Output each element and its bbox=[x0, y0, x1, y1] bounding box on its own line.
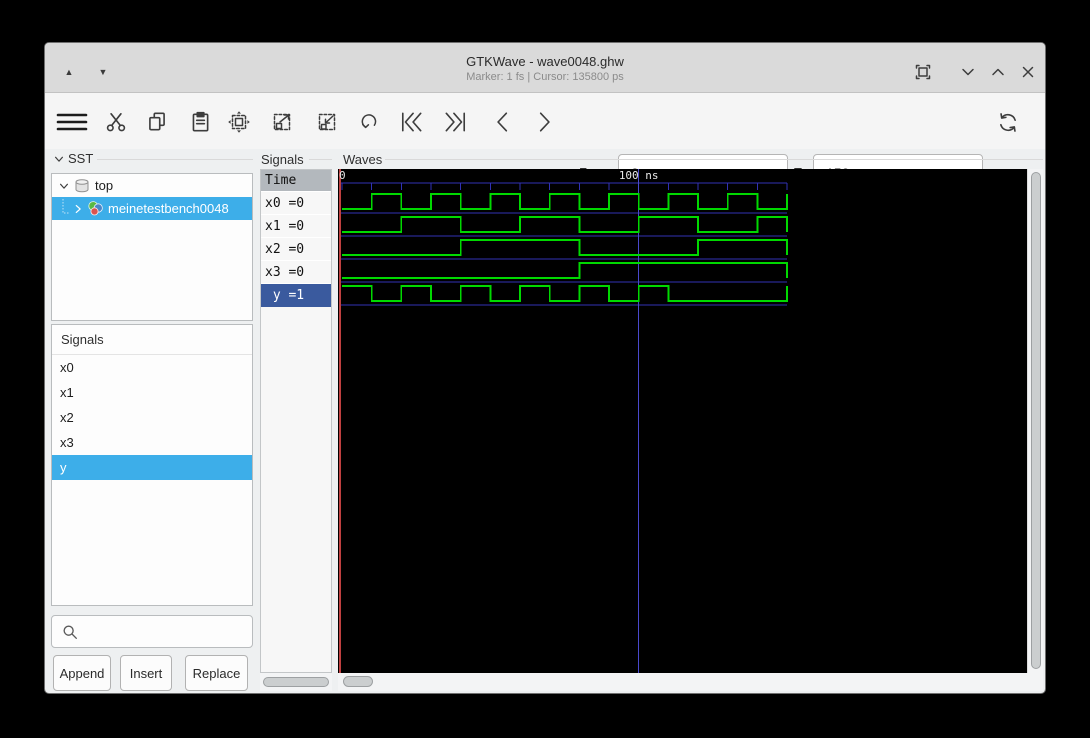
waves-frame-line bbox=[385, 159, 1043, 160]
signals-list-header: Signals bbox=[52, 325, 252, 355]
tree-item-label: top bbox=[95, 178, 114, 193]
undo-button[interactable] bbox=[357, 110, 381, 134]
gtkwave-window: ▲ ▼ GTKWave - wave0048.ghw Marker: 1 fs … bbox=[44, 42, 1046, 694]
titlebar[interactable]: ▲ ▼ GTKWave - wave0048.ghw Marker: 1 fs … bbox=[45, 43, 1045, 93]
signal-value-row-x2[interactable]: x2 =0 bbox=[261, 238, 331, 261]
zoom-out-icon bbox=[318, 113, 336, 131]
restore-button[interactable] bbox=[986, 60, 1010, 84]
signal-search-box[interactable] bbox=[51, 615, 253, 648]
sst-signals-panel: Signals x0 x1 x2 x3 y bbox=[51, 324, 253, 606]
signal-values-list: Time x0 =0 x1 =0 x2 =0 x3 =0 y =1 bbox=[260, 169, 332, 673]
maximize-icon bbox=[915, 64, 931, 80]
clipboard-icon bbox=[192, 111, 209, 132]
go-to-end-button[interactable] bbox=[442, 110, 466, 134]
append-button[interactable]: Append bbox=[53, 655, 111, 691]
zoom-fit-icon bbox=[228, 111, 250, 133]
zoom-in-icon bbox=[273, 113, 291, 131]
chevron-down-icon bbox=[962, 68, 974, 76]
waves-hscrollbar[interactable] bbox=[338, 673, 1043, 691]
chevron-up-icon bbox=[992, 68, 1004, 76]
sst-frame-line bbox=[97, 159, 253, 160]
chevron-left-icon bbox=[497, 112, 508, 132]
signals-hscroll-thumb[interactable] bbox=[263, 677, 329, 687]
copy-button[interactable] bbox=[145, 110, 169, 134]
insert-button[interactable]: Insert bbox=[120, 655, 172, 691]
tree-guide-line bbox=[62, 198, 69, 213]
time-header: Time bbox=[261, 170, 331, 192]
waves-frame-label: Waves bbox=[343, 152, 383, 167]
replace-button[interactable]: Replace bbox=[185, 655, 248, 691]
svg-text:100 ns: 100 ns bbox=[619, 169, 659, 182]
step-forward-button[interactable] bbox=[532, 110, 556, 134]
signal-item-y[interactable]: y bbox=[52, 455, 252, 480]
signal-value-row-x1[interactable]: x1 =0 bbox=[261, 215, 331, 238]
tree-item-top[interactable]: top bbox=[52, 174, 252, 197]
window-status: Marker: 1 fs | Cursor: 135800 ps bbox=[466, 71, 624, 83]
signal-item-x3[interactable]: x3 bbox=[52, 430, 252, 455]
reload-button[interactable] bbox=[995, 110, 1019, 134]
toolbar: From: To: bbox=[45, 93, 1045, 191]
close-button[interactable] bbox=[1016, 60, 1040, 84]
signals-frame-label: Signals bbox=[261, 152, 304, 167]
signal-value-row-x3[interactable]: x3 =0 bbox=[261, 261, 331, 284]
signal-value-row-y[interactable]: y =1 bbox=[261, 284, 331, 307]
zoom-fit-button[interactable] bbox=[227, 110, 251, 134]
search-icon bbox=[63, 625, 77, 639]
reload-icon bbox=[1000, 113, 1016, 132]
waves-vscrollbar[interactable] bbox=[1027, 169, 1043, 673]
skip-to-end-icon bbox=[445, 112, 466, 132]
expander-right-icon[interactable] bbox=[72, 203, 84, 215]
wave-display[interactable]: 0 100 ns bbox=[338, 169, 1027, 673]
menu-button[interactable] bbox=[55, 110, 89, 134]
zoom-out-button[interactable] bbox=[315, 110, 339, 134]
tree-item-meinetestbench0048[interactable]: meinetestbench0048 bbox=[52, 197, 252, 220]
cut-button[interactable] bbox=[104, 110, 128, 134]
signals-frame-line bbox=[309, 159, 332, 160]
sst-header[interactable]: SST bbox=[53, 151, 93, 166]
paste-button[interactable] bbox=[188, 110, 212, 134]
collapse-chevron-icon bbox=[54, 156, 64, 162]
signals-hscrollbar[interactable] bbox=[260, 673, 332, 691]
waveform-canvas: 0 100 ns bbox=[339, 169, 788, 673]
chevron-right-icon bbox=[539, 112, 550, 132]
sst-tree-panel: top meinetestbench0048 bbox=[51, 173, 253, 321]
waves-hscroll-thumb[interactable] bbox=[343, 676, 373, 687]
waves-vscroll-thumb[interactable] bbox=[1031, 172, 1041, 669]
undo-arrow-icon bbox=[361, 114, 377, 129]
close-icon bbox=[1022, 66, 1034, 78]
minimize-button[interactable] bbox=[956, 60, 980, 84]
step-back-button[interactable] bbox=[491, 110, 515, 134]
database-icon bbox=[75, 178, 89, 192]
go-to-start-button[interactable] bbox=[399, 110, 423, 134]
maximize-button[interactable] bbox=[911, 60, 935, 84]
window-title: GTKWave - wave0048.ghw bbox=[466, 54, 624, 69]
svg-text:0: 0 bbox=[339, 169, 346, 182]
module-icon bbox=[88, 201, 103, 216]
signal-value-row-x0[interactable]: x0 =0 bbox=[261, 192, 331, 215]
signal-item-x0[interactable]: x0 bbox=[52, 355, 252, 380]
hamburger-icon bbox=[56, 113, 88, 131]
signal-item-x2[interactable]: x2 bbox=[52, 405, 252, 430]
expander-down-icon[interactable] bbox=[58, 180, 70, 192]
skip-to-start-icon bbox=[401, 112, 422, 132]
zoom-in-button[interactable] bbox=[270, 110, 294, 134]
signal-item-x1[interactable]: x1 bbox=[52, 380, 252, 405]
tree-item-label: meinetestbench0048 bbox=[108, 201, 229, 216]
copy-icon bbox=[149, 112, 165, 131]
scissors-icon bbox=[106, 113, 126, 132]
sst-header-label: SST bbox=[68, 151, 94, 166]
